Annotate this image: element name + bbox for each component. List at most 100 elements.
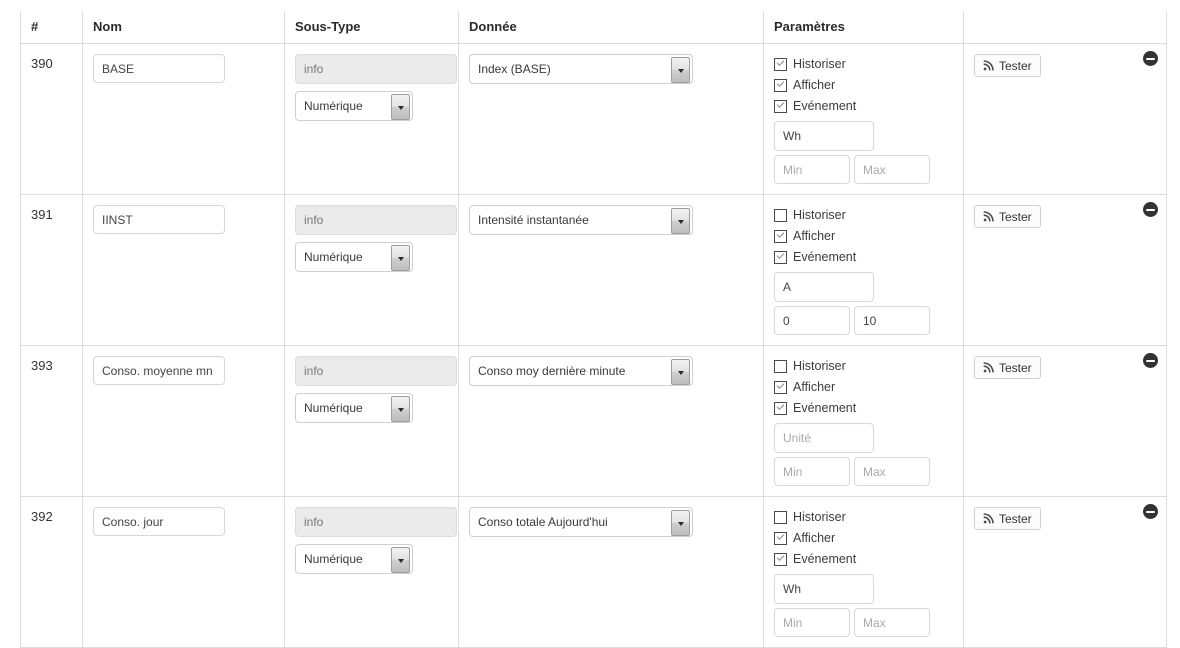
- column-header-nom: Nom: [82, 11, 285, 44]
- checkbox-row-evenement[interactable]: Evénement: [774, 398, 953, 418]
- cell-nom: [82, 496, 285, 648]
- commands-table-container: # Nom Sous-Type Donnée Paramètres 390 Num…: [20, 11, 1167, 648]
- row-id: 393: [31, 358, 53, 373]
- column-header-actions: [963, 11, 1167, 44]
- checkbox-evenement[interactable]: [774, 552, 787, 566]
- checkbox-afficher[interactable]: [774, 78, 787, 92]
- cell-id: 391: [20, 194, 83, 346]
- cell-actions: Tester: [963, 194, 1167, 346]
- checkbox-afficher[interactable]: [774, 380, 787, 394]
- checkbox-label-historiser: Historiser: [793, 57, 846, 71]
- checkbox-evenement[interactable]: [774, 401, 787, 415]
- donnee-select-wrap: Intensité instantanée: [469, 205, 693, 235]
- min-input[interactable]: [774, 306, 850, 335]
- test-button[interactable]: Tester: [974, 54, 1041, 77]
- subtype-select[interactable]: Numérique: [295, 393, 413, 423]
- unit-input[interactable]: [774, 272, 874, 302]
- min-input[interactable]: [774, 608, 850, 637]
- checkbox-row-historiser[interactable]: Historiser: [774, 54, 953, 74]
- min-input[interactable]: [774, 457, 850, 486]
- cell-actions: Tester: [963, 496, 1167, 648]
- checkbox-evenement[interactable]: [774, 99, 787, 113]
- type-input: [295, 356, 457, 386]
- test-button-label: Tester: [999, 209, 1032, 224]
- checkbox-row-historiser[interactable]: Historiser: [774, 205, 953, 225]
- checkbox-label-evenement: Evénement: [793, 401, 857, 415]
- name-input[interactable]: [93, 356, 225, 385]
- checkbox-label-afficher: Afficher: [793, 229, 836, 243]
- checkbox-row-evenement[interactable]: Evénement: [774, 96, 953, 116]
- max-input[interactable]: [854, 306, 930, 335]
- test-button[interactable]: Tester: [974, 507, 1041, 530]
- cell-id: 393: [20, 345, 83, 497]
- cell-sous-type: Numérique: [284, 345, 459, 497]
- checkbox-row-historiser[interactable]: Historiser: [774, 356, 953, 376]
- test-button-label: Tester: [999, 360, 1032, 375]
- donnee-select[interactable]: Intensité instantanée: [469, 205, 693, 235]
- table-row: 391 Numérique Intensité instantanée Histori…: [20, 194, 1167, 346]
- minus-circle-icon[interactable]: [1143, 202, 1158, 217]
- donnee-select-wrap: Conso moy dernière minute: [469, 356, 693, 386]
- row-id: 391: [31, 207, 53, 222]
- checkbox-afficher[interactable]: [774, 531, 787, 545]
- checkbox-historiser[interactable]: [774, 510, 787, 524]
- checkbox-row-afficher[interactable]: Afficher: [774, 377, 953, 397]
- checkbox-label-historiser: Historiser: [793, 208, 846, 222]
- unit-input[interactable]: [774, 423, 874, 453]
- unit-input[interactable]: [774, 574, 874, 604]
- minus-circle-icon[interactable]: [1143, 353, 1158, 368]
- max-input[interactable]: [854, 155, 930, 184]
- minmax-group: [774, 457, 953, 486]
- name-input[interactable]: [93, 54, 225, 83]
- checkbox-row-afficher[interactable]: Afficher: [774, 75, 953, 95]
- minus-circle-icon[interactable]: [1143, 504, 1158, 519]
- checkbox-historiser[interactable]: [774, 359, 787, 373]
- checkbox-label-afficher: Afficher: [793, 531, 836, 545]
- checkbox-label-historiser: Historiser: [793, 359, 846, 373]
- max-input[interactable]: [854, 457, 930, 486]
- checkbox-row-evenement[interactable]: Evénement: [774, 549, 953, 569]
- donnee-select[interactable]: Conso totale Aujourd'hui: [469, 507, 693, 537]
- checkbox-afficher[interactable]: [774, 229, 787, 243]
- subtype-select[interactable]: Numérique: [295, 91, 413, 121]
- donnee-select-wrap: Index (BASE): [469, 54, 693, 84]
- donnee-select[interactable]: Index (BASE): [469, 54, 693, 84]
- rss-icon: [983, 513, 994, 524]
- rss-icon: [983, 60, 994, 71]
- cell-donnee: Intensité instantanée: [458, 194, 764, 346]
- rss-icon: [983, 362, 994, 373]
- checkbox-row-evenement[interactable]: Evénement: [774, 247, 953, 267]
- max-input[interactable]: [854, 608, 930, 637]
- test-button[interactable]: Tester: [974, 356, 1041, 379]
- checkbox-label-historiser: Historiser: [793, 510, 846, 524]
- subtype-select[interactable]: Numérique: [295, 544, 413, 574]
- checkbox-row-afficher[interactable]: Afficher: [774, 528, 953, 548]
- checkbox-row-historiser[interactable]: Historiser: [774, 507, 953, 527]
- checkbox-row-afficher[interactable]: Afficher: [774, 226, 953, 246]
- checkbox-historiser[interactable]: [774, 57, 787, 71]
- min-input[interactable]: [774, 155, 850, 184]
- column-header-donnee: Donnée: [458, 11, 764, 44]
- subtype-select[interactable]: Numérique: [295, 242, 413, 272]
- checkbox-label-afficher: Afficher: [793, 380, 836, 394]
- minus-circle-icon[interactable]: [1143, 51, 1158, 66]
- checkbox-label-afficher: Afficher: [793, 78, 836, 92]
- donnee-select[interactable]: Conso moy dernière minute: [469, 356, 693, 386]
- cell-sous-type: Numérique: [284, 43, 459, 195]
- cell-parametres: Historiser Afficher Evénement: [763, 194, 964, 346]
- unit-input[interactable]: [774, 121, 874, 151]
- cell-nom: [82, 194, 285, 346]
- test-button-label: Tester: [999, 511, 1032, 526]
- test-button[interactable]: Tester: [974, 205, 1041, 228]
- minmax-group: [774, 155, 953, 184]
- type-input: [295, 54, 457, 84]
- column-header-parametres: Paramètres: [763, 11, 964, 44]
- checkbox-historiser[interactable]: [774, 208, 787, 222]
- name-input[interactable]: [93, 507, 225, 536]
- minmax-group: [774, 306, 953, 335]
- name-input[interactable]: [93, 205, 225, 234]
- checkbox-evenement[interactable]: [774, 250, 787, 264]
- cell-donnee: Index (BASE): [458, 43, 764, 195]
- rss-icon: [983, 211, 994, 222]
- subtype-select-wrap: Numérique: [295, 393, 413, 423]
